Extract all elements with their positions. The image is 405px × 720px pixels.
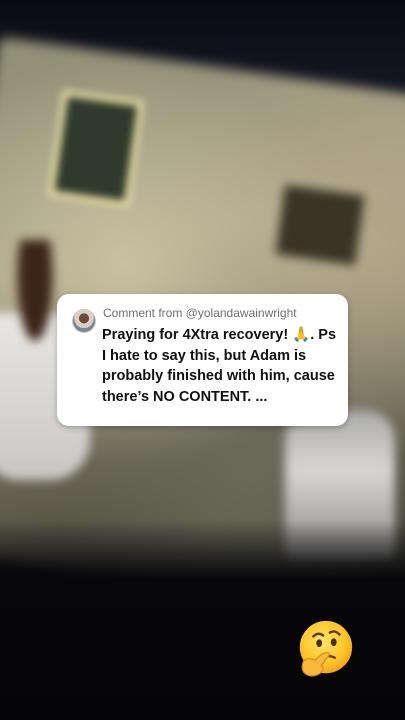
comment-text: Praying for 4Xtra recovery! 🙏. Ps I hate… <box>102 327 337 405</box>
blurred-window <box>275 184 365 266</box>
blurred-window <box>47 89 145 208</box>
comment-reply-card[interactable]: Comment from @yolandawainwright Praying … <box>57 294 348 426</box>
comment-header: Comment from @yolandawainwright <box>103 306 297 320</box>
avatar <box>72 309 96 333</box>
thinking-face-icon <box>299 620 353 677</box>
